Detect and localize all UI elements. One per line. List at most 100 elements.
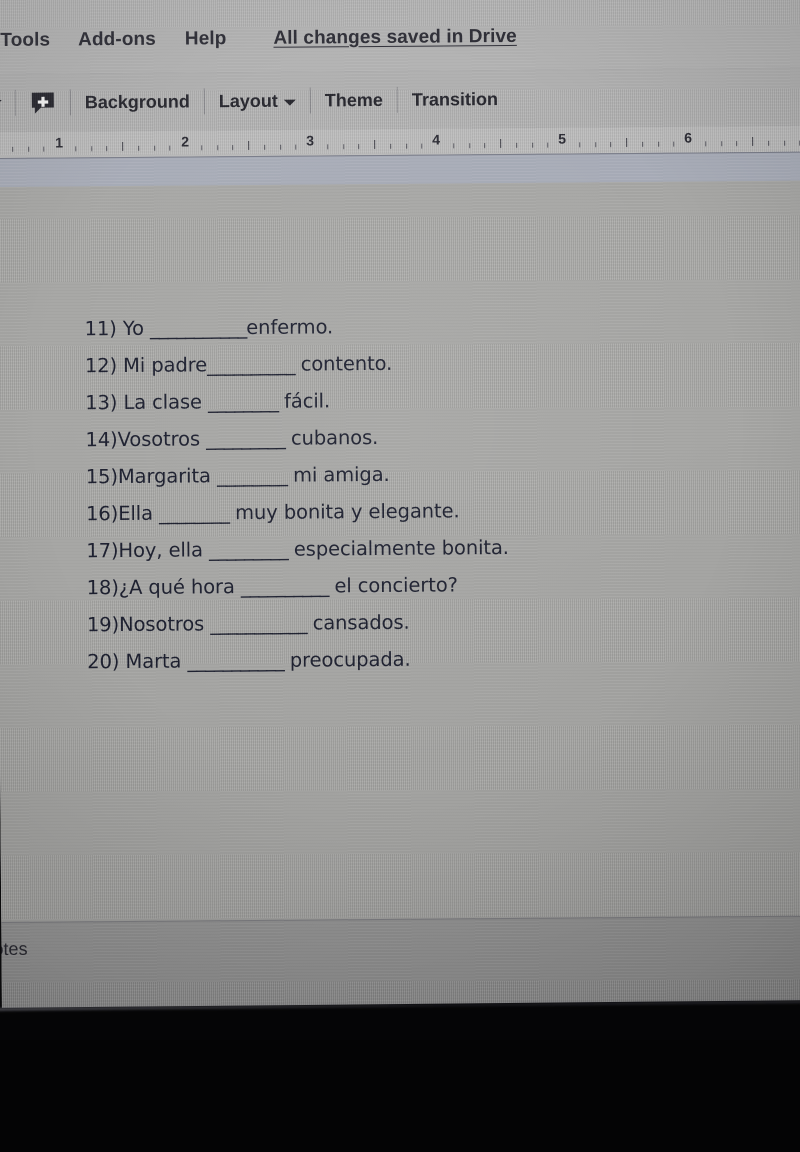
question-line: 14)Vosotros _________ cubanos. [85, 416, 705, 458]
ruler-tick [406, 143, 408, 149]
slide-canvas-area[interactable]: 11) Yo ___________enfermo. 12) Mi padre__… [0, 180, 800, 922]
toolbar-divider [69, 89, 71, 116]
ruler-tick [91, 146, 93, 152]
ruler-tick [217, 145, 219, 151]
layout-button[interactable]: Layout [217, 90, 298, 112]
ruler-tick [201, 145, 203, 151]
ruler-tick [673, 141, 675, 147]
answer-blank: ________ [207, 389, 279, 414]
ruler-tick [169, 145, 171, 151]
answer-blank: __________ [240, 574, 329, 599]
question-text-before: Ella [118, 501, 160, 526]
menu-item-tools[interactable]: Tools [0, 30, 50, 52]
ruler-tick [705, 141, 707, 147]
ruler-tick [343, 144, 345, 150]
question-text-after: cubanos. [284, 425, 379, 450]
ruler-tick [610, 142, 612, 148]
background-button[interactable]: Background [83, 91, 192, 113]
bezel-fill [0, 1040, 800, 1152]
question-text-before: Vosotros [117, 427, 207, 452]
question-line: 19)Nosotros ___________ cansados. [87, 601, 707, 643]
question-number: 18) [86, 576, 119, 600]
ruler-tick [75, 146, 77, 152]
ruler-tick [374, 140, 376, 150]
toolbar: Background Layout Theme Transition [0, 67, 800, 133]
question-text-after: especialmente bonita. [287, 535, 509, 561]
ruler-tick [752, 137, 754, 147]
question-text-after: mi amiga. [286, 462, 390, 487]
ruler-number: 6 [684, 129, 693, 146]
ruler-tick [547, 142, 549, 148]
ruler-tick [484, 143, 486, 149]
ruler-tick [264, 144, 266, 150]
ruler-tick [736, 141, 738, 147]
question-text-before: Hoy, ella [118, 538, 210, 563]
ruler-tick [106, 146, 108, 152]
toolbar-items: Background Layout Theme Transition [0, 81, 500, 121]
ruler-tick [721, 141, 723, 147]
ruler-tick [138, 145, 140, 151]
slide[interactable]: 11) Yo ___________enfermo. 12) Mi padre__… [0, 180, 800, 922]
ruler-tick [579, 142, 581, 148]
answer-blank: ___________ [187, 648, 284, 673]
question-number: 20) [87, 650, 120, 674]
question-line: 20) Marta ___________ preocupada. [87, 638, 707, 680]
ruler-number: 2 [181, 133, 190, 150]
ruler-tick [154, 145, 156, 151]
answer-blank: ________ [216, 463, 288, 488]
question-line: 15)Margarita ________ mi amiga. [86, 453, 706, 495]
question-number: 13) [85, 391, 118, 415]
question-text-before: Margarita [117, 464, 218, 489]
toolbar-divider [309, 87, 311, 114]
question-number: 16) [85, 502, 119, 526]
question-text-after: preocupada. [283, 647, 411, 672]
question-text-after: enfermo. [246, 315, 334, 340]
ruler-number: 1 [55, 134, 64, 151]
question-text-after: cansados. [306, 610, 410, 635]
menu-items: Tools Add-ons Help All changes saved in … [0, 26, 517, 52]
question-line: 16)Ella ________ muy bonita y elegante. [86, 490, 706, 532]
question-line: 18)¿A qué hora __________ el concierto? [87, 564, 707, 606]
transition-button[interactable]: Transition [410, 89, 500, 111]
toolbar-divider [396, 86, 398, 113]
toolbar-divider [14, 89, 16, 116]
question-text-after: muy bonita y elegante. [228, 499, 460, 525]
ruler-tick [532, 142, 534, 148]
ruler-tick [453, 143, 455, 149]
answer-blank: _________ [208, 537, 288, 562]
ruler-tick [232, 145, 234, 151]
menu-item-add-ons[interactable]: Add-ons [78, 29, 156, 52]
add-comment-icon[interactable] [28, 89, 58, 117]
question-number: 14) [85, 428, 118, 452]
ruler-tick [626, 138, 628, 148]
question-text-before: La clase [117, 390, 209, 415]
ruler-tick [595, 142, 597, 148]
ruler-tick [43, 146, 45, 152]
chevron-down-icon[interactable] [0, 99, 3, 107]
ruler-tick [280, 144, 282, 150]
theme-button[interactable]: Theme [323, 89, 385, 110]
ruler-tick [642, 141, 644, 147]
question-number: 19) [86, 613, 120, 637]
chevron-down-icon [283, 99, 296, 106]
question-text-before: Marta [119, 649, 188, 674]
menu-item-help[interactable]: Help [185, 28, 227, 50]
question-line: 17)Hoy, ella _________ especialmente bon… [86, 527, 706, 569]
ruler-tick [390, 143, 392, 149]
answer-blank: ________ [158, 501, 230, 525]
question-line: 11) Yo ___________enfermo. [84, 305, 704, 347]
ruler-tick [295, 144, 297, 150]
ruler-tick [768, 140, 770, 146]
slide-text-body[interactable]: 11) Yo ___________enfermo. 12) Mi padre__… [84, 305, 707, 680]
save-status-link[interactable]: All changes saved in Drive [273, 26, 517, 50]
ruler-tick [248, 141, 250, 151]
menu-bar: Tools Add-ons Help All changes saved in … [0, 0, 800, 75]
ruler-tick [516, 142, 518, 148]
ruler-number: 3 [306, 132, 315, 149]
question-number: 17) [86, 539, 119, 563]
question-line: 13) La clase ________ fácil. [85, 379, 705, 421]
question-line: 12) Mi padre__________ contento. [85, 342, 705, 384]
ruler-tick [421, 143, 423, 149]
chevron-down-glyph [0, 99, 2, 107]
ruler-tick [12, 146, 14, 152]
